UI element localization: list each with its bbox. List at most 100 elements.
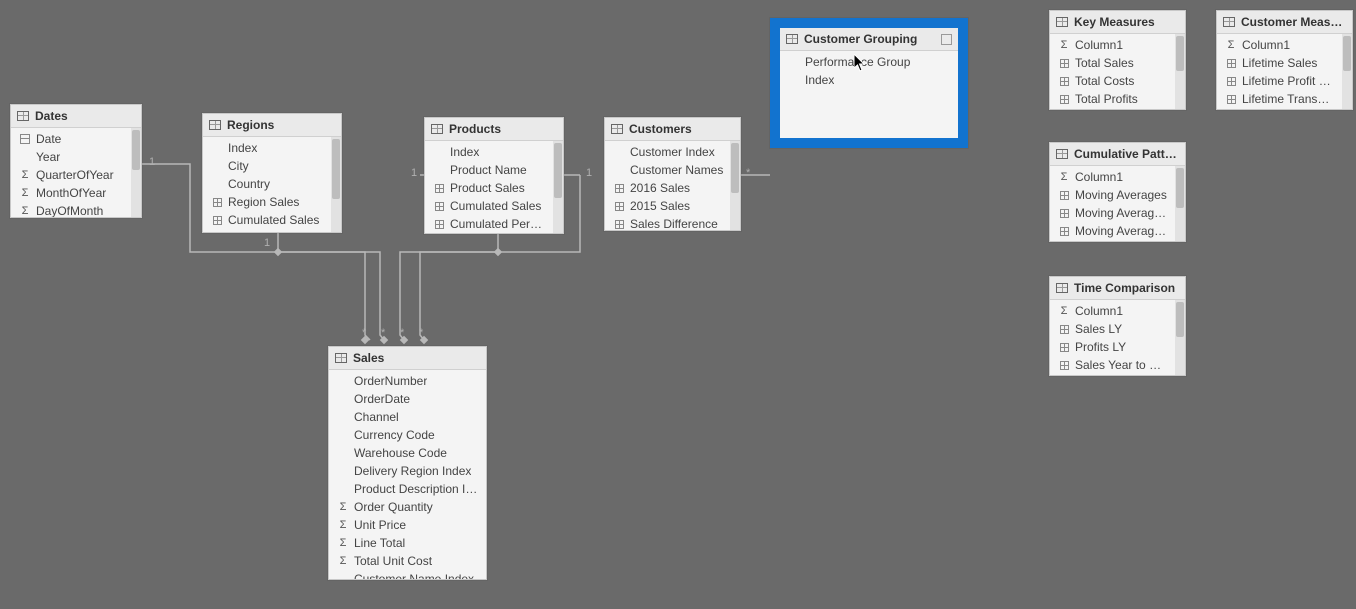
field-row[interactable]: Warehouse Code [329,444,486,462]
table-customers[interactable]: Customers Customer Index Customer Names … [604,117,741,231]
field-row[interactable]: Product Description Index [329,480,486,498]
scroll-thumb[interactable] [731,143,739,193]
scrollbar[interactable] [1175,166,1185,241]
scroll-thumb[interactable] [332,139,340,199]
field-row[interactable]: Index [780,71,958,89]
field-row[interactable]: QuarterOfYear [11,166,131,184]
table-header[interactable]: Cumulative Patterns [1050,143,1185,166]
field-row[interactable]: Moving Averages [1050,186,1175,204]
field-row[interactable]: Column1 [1050,36,1175,54]
table-menu-icon[interactable] [941,34,952,45]
field-row[interactable]: DayOfMonth [11,202,131,217]
field-row[interactable]: Moving Average (2) [1050,204,1175,222]
table-customer-grouping[interactable]: Customer Grouping Performance Group Inde… [770,18,968,148]
table-sales[interactable]: Sales OrderNumber OrderDate Channel Curr… [328,346,487,580]
field-row[interactable]: Lifetime Profit Margi [1217,72,1342,90]
scroll-thumb[interactable] [1343,36,1351,71]
field-row[interactable]: Country [203,175,331,193]
field-list[interactable]: Column1 Total Sales Total Costs Total Pr… [1050,34,1175,109]
field-list[interactable]: Column1 Lifetime Sales Lifetime Profit M… [1217,34,1342,109]
field-row[interactable]: Order Quantity [329,498,486,516]
field-row[interactable]: Product Sales [425,179,553,197]
field-row[interactable]: MonthOfYear [11,184,131,202]
table-header[interactable]: Products [425,118,563,141]
field-row[interactable]: 2016 Sales [605,179,730,197]
table-regions[interactable]: Regions Index City Country Region Sales … [202,113,342,233]
field-row[interactable]: Currency Code [329,426,486,444]
scroll-thumb[interactable] [1176,168,1184,208]
field-row[interactable]: Index [203,139,331,157]
field-list[interactable]: Column1 Sales LY Profits LY Sales Year t… [1050,300,1175,375]
field-row[interactable]: Product Name [425,161,553,179]
field-row[interactable]: Sales Year to Date LY [1050,374,1175,375]
table-key-measures[interactable]: Key Measures Column1 Total Sales Total C… [1049,10,1186,110]
field-row[interactable]: Total Costs [1050,72,1175,90]
field-row[interactable]: Column1 [1217,36,1342,54]
table-header[interactable]: Key Measures [1050,11,1185,34]
model-canvas[interactable]: 1 1 1 1 * 1 * * * * Dates Date Year Quar… [0,0,1356,609]
table-header[interactable]: Customer Measures [1217,11,1352,34]
field-list[interactable]: Date Year QuarterOfYear MonthOfYear DayO… [11,128,131,217]
field-row[interactable]: Total Sales [1050,54,1175,72]
field-row[interactable]: Customer Index [605,143,730,161]
field-row[interactable]: Customer Name Index [329,570,486,579]
table-dates[interactable]: Dates Date Year QuarterOfYear MonthOfYea… [10,104,142,218]
field-row[interactable]: Profits LY [1050,338,1175,356]
field-row[interactable]: Delivery Region Index [329,462,486,480]
table-customer-measures[interactable]: Customer Measures Column1 Lifetime Sales… [1216,10,1353,110]
field-row[interactable]: Customer Names [605,161,730,179]
field-row[interactable]: Index [425,143,553,161]
field-row[interactable]: Channel [329,408,486,426]
scroll-thumb[interactable] [1176,36,1184,71]
field-row[interactable]: Cumulated Percentag [425,215,553,233]
field-row[interactable]: Cumulated Sales [203,211,331,229]
scroll-thumb[interactable] [1176,302,1184,337]
field-row[interactable]: Cumulated Sales [425,197,553,215]
scrollbar[interactable] [730,141,740,230]
field-row[interactable]: Sales Year to Date [1050,356,1175,374]
field-row[interactable]: Unit Price [329,516,486,534]
field-row[interactable]: Moving Average (No [1050,222,1175,240]
field-row[interactable]: Line Total [329,534,486,552]
scroll-thumb[interactable] [132,130,140,170]
table-header[interactable]: Time Comparison [1050,277,1185,300]
field-row[interactable]: OrderDate [329,390,486,408]
table-time-comparison[interactable]: Time Comparison Column1 Sales LY Profits… [1049,276,1186,376]
field-row[interactable]: Lifetime Sales [1217,54,1342,72]
field-row[interactable]: Total Profits [1050,90,1175,108]
table-header[interactable]: Dates [11,105,141,128]
table-header[interactable]: Customer Grouping [780,28,958,51]
table-header[interactable]: Regions [203,114,341,137]
field-row[interactable]: Lifetime Transactions [1217,90,1342,108]
field-list[interactable]: Column1 Moving Averages Moving Average (… [1050,166,1175,241]
table-header[interactable]: Customers [605,118,740,141]
scroll-thumb[interactable] [554,143,562,198]
field-row[interactable]: Region Sales [203,193,331,211]
field-list[interactable]: Performance Group Index [780,51,958,138]
scrollbar[interactable] [1175,300,1185,375]
scrollbar[interactable] [553,141,563,233]
field-list[interactable]: Index City Country Region Sales Cumulate… [203,137,331,232]
field-row[interactable]: 2015 Sales [605,197,730,215]
field-row[interactable]: Total Transactions [1050,108,1175,109]
field-row[interactable]: OrderNumber [329,372,486,390]
field-row[interactable]: Sales LY [1050,320,1175,338]
table-header[interactable]: Sales [329,347,486,370]
scrollbar[interactable] [1175,34,1185,109]
field-list[interactable]: Customer Index Customer Names 2016 Sales… [605,141,730,230]
field-row[interactable]: Sales Difference [605,215,730,230]
field-row[interactable]: Total Unit Cost [329,552,486,570]
field-list[interactable]: OrderNumber OrderDate Channel Currency C… [329,370,486,579]
field-row[interactable]: Cumulated Percenta [203,229,331,232]
field-row[interactable]: City [203,157,331,175]
field-row[interactable]: Column1 [1050,168,1175,186]
field-row[interactable]: Column1 [1050,302,1175,320]
table-cumulative-patterns[interactable]: Cumulative Patterns Column1 Moving Avera… [1049,142,1186,242]
field-row[interactable]: Performance Group [780,53,958,71]
field-row[interactable]: Date [11,130,131,148]
scrollbar[interactable] [1342,34,1352,109]
scrollbar[interactable] [331,137,341,232]
scrollbar[interactable] [131,128,141,217]
table-products[interactable]: Products Index Product Name Product Sale… [424,117,564,234]
field-row[interactable]: Year [11,148,131,166]
